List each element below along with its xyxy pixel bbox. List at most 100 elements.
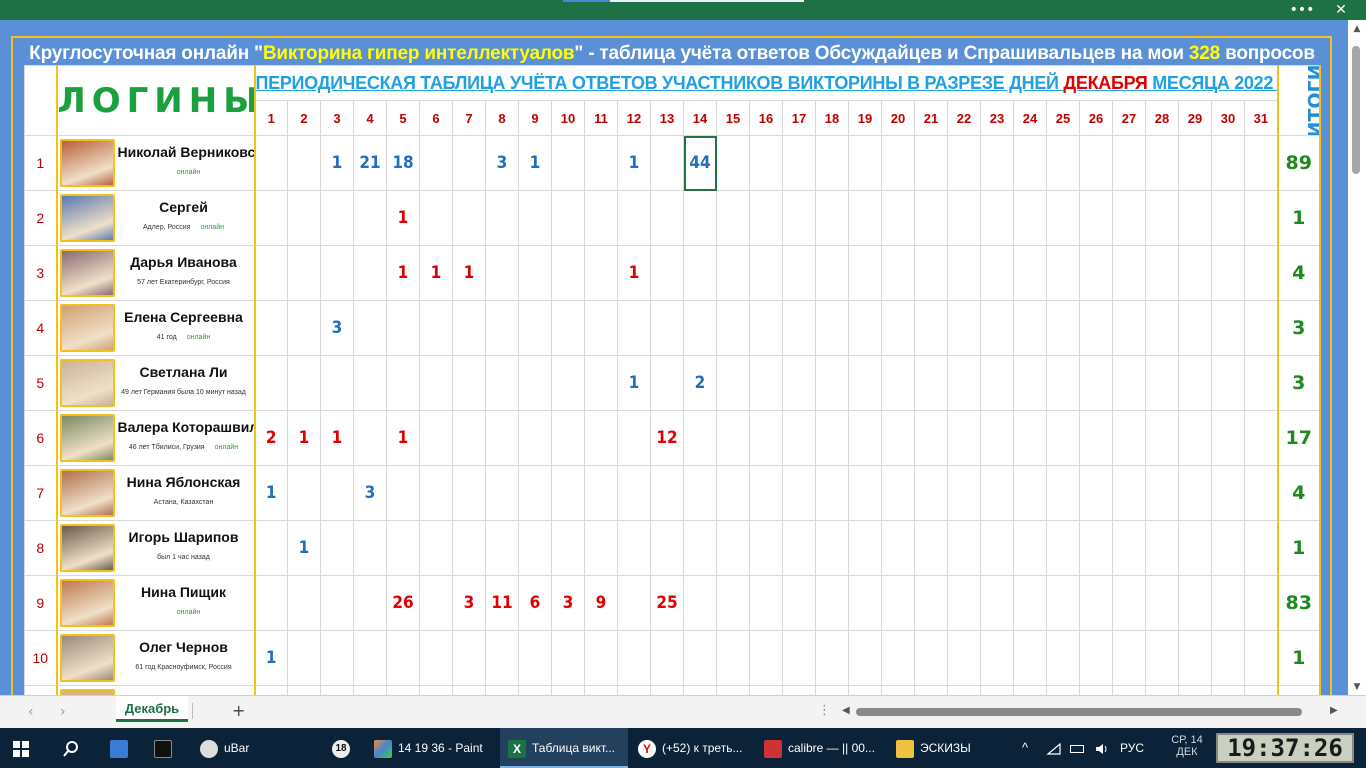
- score-cell[interactable]: [782, 300, 816, 356]
- score-cell[interactable]: [1013, 355, 1047, 411]
- score-cell[interactable]: [1178, 520, 1212, 576]
- score-cell[interactable]: [419, 355, 453, 411]
- day-header[interactable]: 7: [452, 100, 486, 136]
- score-cell[interactable]: [1243, 685, 1279, 695]
- score-cell[interactable]: [749, 520, 783, 576]
- corner-cell[interactable]: [24, 65, 57, 136]
- score-cell[interactable]: [1112, 245, 1146, 301]
- score-cell[interactable]: 3: [485, 135, 519, 191]
- computer-icon[interactable]: [110, 728, 136, 768]
- score-cell[interactable]: [485, 685, 519, 695]
- score-cell[interactable]: [1145, 190, 1179, 246]
- score-cell[interactable]: [947, 575, 981, 631]
- day-header[interactable]: 13: [650, 100, 684, 136]
- score-cell[interactable]: [848, 355, 882, 411]
- score-cell[interactable]: [551, 190, 585, 246]
- score-cell[interactable]: [1243, 135, 1279, 191]
- score-cell[interactable]: [287, 190, 321, 246]
- score-cell[interactable]: [947, 685, 981, 695]
- score-cell[interactable]: [518, 300, 552, 356]
- score-cell[interactable]: [848, 465, 882, 521]
- score-cell[interactable]: [452, 355, 486, 411]
- score-cell[interactable]: [1145, 300, 1179, 356]
- score-cell[interactable]: [1079, 520, 1113, 576]
- score-cell[interactable]: [1243, 300, 1279, 356]
- score-cell[interactable]: [815, 410, 849, 466]
- score-cell[interactable]: [320, 245, 354, 301]
- score-cell[interactable]: [815, 575, 849, 631]
- score-cell[interactable]: [782, 520, 816, 576]
- score-cell[interactable]: [518, 355, 552, 411]
- score-cell[interactable]: [584, 135, 618, 191]
- score-cell[interactable]: [914, 245, 948, 301]
- score-cell[interactable]: 1: [617, 135, 651, 191]
- score-cell[interactable]: [518, 520, 552, 576]
- day-header[interactable]: 22: [947, 100, 981, 136]
- score-cell[interactable]: [980, 465, 1014, 521]
- participant-cell[interactable]: Николай Верниковский онлайн: [55, 135, 256, 191]
- score-cell[interactable]: [1178, 190, 1212, 246]
- score-cell[interactable]: [1211, 300, 1245, 356]
- score-cell[interactable]: [1013, 190, 1047, 246]
- score-cell[interactable]: [287, 630, 321, 686]
- score-cell[interactable]: 9: [584, 575, 618, 631]
- score-cell[interactable]: [353, 685, 387, 695]
- score-cell[interactable]: 3: [551, 575, 585, 631]
- score-cell[interactable]: [914, 410, 948, 466]
- score-cell[interactable]: [1145, 575, 1179, 631]
- score-cell[interactable]: [584, 520, 618, 576]
- score-cell[interactable]: [1243, 410, 1279, 466]
- score-cell[interactable]: [980, 355, 1014, 411]
- score-cell[interactable]: [419, 685, 453, 695]
- score-cell[interactable]: [881, 245, 915, 301]
- score-cell[interactable]: [1013, 245, 1047, 301]
- score-cell[interactable]: [1013, 135, 1047, 191]
- close-button[interactable]: ✕: [1321, 0, 1361, 20]
- score-cell[interactable]: [947, 520, 981, 576]
- row-total[interactable]: [1276, 685, 1321, 695]
- score-cell[interactable]: [650, 465, 684, 521]
- score-cell[interactable]: [1243, 355, 1279, 411]
- participant-cell[interactable]: Сергей Адлер, Россия онлайн: [55, 190, 256, 246]
- score-cell[interactable]: [1046, 575, 1080, 631]
- score-cell[interactable]: [749, 575, 783, 631]
- score-cell[interactable]: [881, 190, 915, 246]
- score-cell[interactable]: [782, 685, 816, 695]
- score-cell[interactable]: [320, 190, 354, 246]
- score-cell[interactable]: [617, 630, 651, 686]
- score-cell[interactable]: [1013, 520, 1047, 576]
- score-cell[interactable]: [353, 575, 387, 631]
- score-cell[interactable]: [947, 630, 981, 686]
- scroll-right-icon[interactable]: ▶: [1330, 705, 1338, 716]
- score-cell[interactable]: [551, 300, 585, 356]
- score-cell[interactable]: [1178, 135, 1212, 191]
- score-cell[interactable]: [551, 630, 585, 686]
- score-cell[interactable]: [353, 300, 387, 356]
- score-cell[interactable]: 44: [683, 135, 717, 191]
- score-cell[interactable]: [1046, 685, 1080, 695]
- score-cell[interactable]: [1211, 630, 1245, 686]
- score-cell[interactable]: [1145, 245, 1179, 301]
- score-cell[interactable]: [683, 575, 717, 631]
- score-cell[interactable]: [881, 575, 915, 631]
- score-cell[interactable]: [320, 630, 354, 686]
- score-cell[interactable]: [914, 300, 948, 356]
- score-cell[interactable]: [551, 245, 585, 301]
- score-cell[interactable]: [848, 190, 882, 246]
- tray-chevron-icon[interactable]: ^: [1022, 728, 1036, 768]
- score-cell[interactable]: [881, 355, 915, 411]
- score-cell[interactable]: [749, 245, 783, 301]
- score-cell[interactable]: [584, 245, 618, 301]
- score-cell[interactable]: [782, 190, 816, 246]
- row-total[interactable]: 3: [1276, 355, 1321, 411]
- score-cell[interactable]: 1: [254, 465, 288, 521]
- score-cell[interactable]: [419, 575, 453, 631]
- row-total[interactable]: 1: [1276, 520, 1321, 576]
- score-cell[interactable]: [617, 685, 651, 695]
- vertical-scroll-thumb[interactable]: [1352, 46, 1360, 174]
- score-cell[interactable]: 18: [386, 135, 420, 191]
- score-cell[interactable]: [518, 465, 552, 521]
- day-header[interactable]: 4: [353, 100, 387, 136]
- score-cell[interactable]: [485, 630, 519, 686]
- score-cell[interactable]: 1: [617, 355, 651, 411]
